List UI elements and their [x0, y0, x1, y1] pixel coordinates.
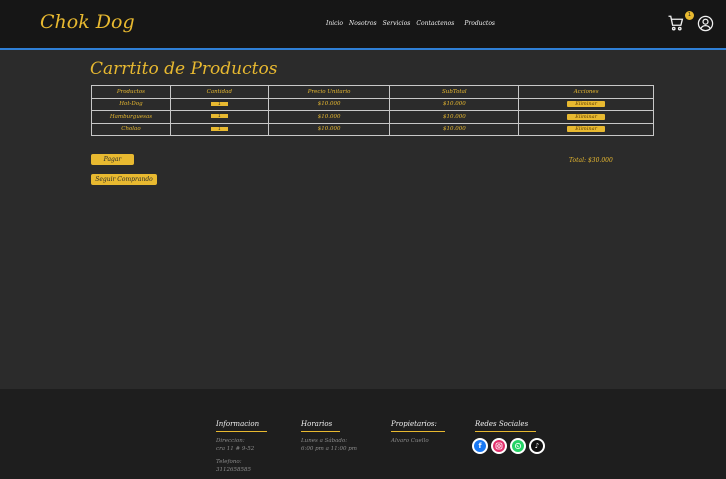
shopping-cart-icon[interactable] [667, 14, 685, 32]
unit-price: $10.000 [267, 97, 391, 111]
actions-cell: Eliminar [518, 97, 654, 111]
unit-price: $10.000 [267, 110, 391, 124]
owner-name: Alvaro Cuello [391, 438, 429, 444]
social-links: f ♪ [472, 438, 545, 454]
quantity-cell: 1 [169, 122, 269, 136]
footer-info-section: Informacion Direccion: cra 11 # 9-52 Tel… [216, 411, 268, 474]
quantity-cell: 1 [169, 110, 269, 124]
instagram-icon[interactable] [491, 438, 507, 454]
nav-servicios[interactable]: Servicios [383, 20, 411, 27]
actions-cell: Eliminar [518, 122, 654, 136]
delete-button[interactable]: Eliminar [567, 126, 606, 132]
product-name: Hot-Dog [91, 97, 171, 111]
cart-total: Total: $30.000 [569, 157, 613, 164]
column-header-precio: Precio Unitario [267, 85, 391, 99]
whatsapp-icon[interactable] [510, 438, 526, 454]
unit-price: $10.000 [267, 122, 391, 136]
footer-hours-section: Horarios Lunes a Sábado: 6:00 pm a 11:00… [301, 411, 357, 453]
facebook-icon[interactable]: f [472, 438, 488, 454]
actions-cell: Eliminar [518, 110, 654, 124]
footer-owners-title: Propietarios: [391, 420, 445, 432]
quantity-input[interactable]: 1 [210, 114, 228, 119]
hours-days: Lunes a Sábado: [301, 438, 348, 444]
footer-hours-title: Horarios [301, 420, 341, 432]
quantity-cell: 1 [169, 97, 269, 111]
delete-button[interactable]: Eliminar [567, 101, 606, 107]
column-header-acciones: Acciones [518, 85, 654, 99]
footer-info-title: Informacion [216, 420, 268, 432]
pay-button[interactable]: Pagar [91, 154, 134, 165]
address-label: Direccion: [216, 438, 245, 444]
column-header-cantidad: Cantidad [169, 85, 269, 99]
brand-logo[interactable]: Chok Dog [40, 11, 135, 33]
tiktok-icon[interactable]: ♪ [529, 438, 545, 454]
column-header-productos: Productos [91, 85, 171, 99]
site-footer: Informacion Direccion: cra 11 # 9-52 Tel… [0, 389, 726, 479]
delete-button[interactable]: Eliminar [567, 113, 606, 120]
product-name: Hamburguesas [91, 110, 171, 124]
footer-social-title: Redes Sociales [475, 420, 537, 432]
phone-value: 3112658585 [216, 467, 251, 473]
nav-nosotros[interactable]: Nosotros [349, 20, 377, 27]
cart-count-badge: 1 [685, 11, 694, 20]
subtotal: $10.000 [389, 110, 520, 124]
subtotal: $10.000 [389, 122, 520, 136]
keep-shopping-button[interactable]: Seguir Comprando [91, 174, 157, 185]
page-title: Carrtito de Productos [90, 59, 278, 79]
table-header-row: Productos Cantidad Precio Unitario SubTo… [91, 85, 654, 99]
footer-social-section: Redes Sociales f ♪ [472, 411, 545, 454]
table-row: Hot-Dog 1 $10.000 $10.000 Eliminar [91, 97, 654, 111]
hours-time: 6:00 pm a 11:00 pm [301, 446, 357, 452]
quantity-input[interactable]: 1 [210, 126, 228, 131]
table-row: Cholao 1 $10.000 $10.000 Eliminar [91, 122, 654, 136]
subtotal: $10.000 [389, 97, 520, 111]
user-circle-icon[interactable] [697, 15, 714, 32]
nav-contactenos[interactable]: Contactenos [416, 20, 454, 27]
footer-owners-section: Propietarios: Alvaro Cuello [391, 411, 445, 445]
main-nav: Inicio Nosotros Servicios Contactenos Pr… [326, 20, 495, 27]
column-header-subtotal: SubTotal [389, 85, 520, 99]
product-name: Cholao [91, 122, 171, 136]
cart-table: Productos Cantidad Precio Unitario SubTo… [91, 85, 654, 136]
phone-label: Telefono: [216, 459, 242, 465]
table-row: Hamburguesas 1 $10.000 $10.000 Eliminar [91, 110, 654, 124]
site-header: Chok Dog Inicio Nosotros Servicios Conta… [0, 0, 726, 50]
nav-productos[interactable]: Productos [464, 20, 495, 27]
nav-inicio[interactable]: Inicio [326, 20, 343, 27]
quantity-input[interactable]: 1 [210, 101, 228, 106]
address-value: cra 11 # 9-52 [216, 446, 255, 452]
